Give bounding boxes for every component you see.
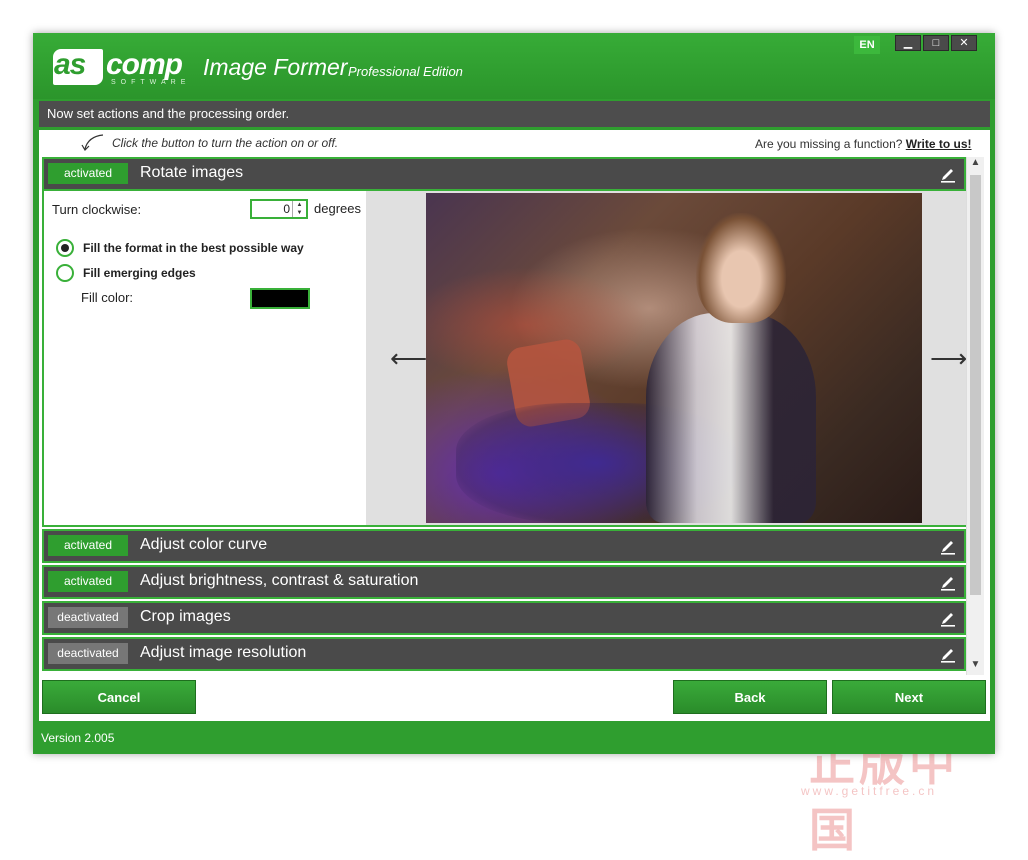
fill-color-picker[interactable] (250, 288, 310, 309)
radio-fill-format-dot[interactable] (56, 239, 74, 257)
degrees-unit: degrees (314, 201, 361, 216)
radio-fill-edges-label: Fill emerging edges (83, 266, 196, 280)
instruction-bar: Now set actions and the processing order… (39, 101, 990, 127)
window-controls: ▁ □ ✕ (895, 35, 977, 51)
toggle-color-curve[interactable]: activated (48, 535, 128, 556)
scroll-up-icon[interactable]: ▲ (967, 157, 984, 173)
action-row-brightness[interactable]: activated Adjust brightness, contrast & … (42, 565, 966, 599)
pencil-icon[interactable] (940, 573, 956, 591)
toggle-brightness[interactable]: activated (48, 571, 128, 592)
action-title-brightness: Adjust brightness, contrast & saturation (140, 572, 419, 589)
close-button[interactable]: ✕ (951, 35, 977, 51)
radio-fill-edges-dot[interactable] (56, 264, 74, 282)
stepper-up-icon[interactable]: ▲ (293, 201, 306, 209)
image-preview: ⟵ ⟶ (366, 191, 967, 525)
write-to-us-link[interactable]: Write to us! (906, 137, 972, 151)
app-title: Image Former (203, 54, 348, 80)
toggle-crop[interactable]: deactivated (48, 607, 128, 628)
action-title-rotate: Rotate images (140, 164, 244, 181)
radio-fill-format-label: Fill the format in the best possible way (83, 241, 304, 255)
main-content: Click the button to turn the action on o… (39, 130, 990, 856)
scrollbar-thumb[interactable] (970, 175, 981, 595)
degrees-stepper[interactable]: 0 ▲ ▼ (250, 199, 308, 219)
rotate-settings: Turn clockwise: 0 ▲ ▼ degrees Fill the f… (52, 199, 372, 309)
stepper-arrows[interactable]: ▲ ▼ (292, 201, 306, 217)
action-list: activated Rotate images Turn clockwise: … (42, 157, 967, 675)
app-window: as comp SOFTWARE Image Former Profession… (33, 33, 995, 856)
degrees-value: 0 (283, 202, 290, 216)
logo-text-comp: comp (106, 48, 183, 81)
pencil-icon[interactable] (940, 609, 956, 627)
cancel-button[interactable]: Cancel (42, 680, 196, 714)
back-button[interactable]: Back (673, 680, 827, 714)
radio-fill-edges[interactable]: Fill emerging edges (56, 264, 196, 282)
logo-text-as: as (54, 48, 86, 81)
next-image-arrow[interactable]: ⟶ (930, 343, 967, 374)
next-button[interactable]: Next (832, 680, 986, 714)
pencil-icon[interactable] (940, 165, 956, 183)
maximize-button[interactable]: □ (923, 35, 949, 51)
stepper-down-icon[interactable]: ▼ (293, 209, 306, 217)
toggle-rotate[interactable]: activated (48, 163, 128, 184)
scroll-down-icon[interactable]: ▼ (967, 659, 984, 675)
missing-function-label: Are you missing a function? (755, 137, 903, 151)
minimize-button[interactable]: ▁ (895, 35, 921, 51)
photo-person-body (646, 313, 816, 523)
action-title-color-curve: Adjust color curve (140, 536, 268, 553)
action-title-resolution: Adjust image resolution (140, 644, 307, 661)
missing-function-text: Are you missing a function? Write to us! (755, 137, 972, 151)
title-bar: as comp SOFTWARE Image Former Profession… (33, 33, 995, 99)
hint-text: Click the button to turn the action on o… (112, 136, 339, 150)
action-row-rotate[interactable]: activated Rotate images (42, 157, 966, 191)
previous-image-arrow[interactable]: ⟵ (390, 343, 427, 374)
toggle-resolution[interactable]: deactivated (48, 643, 128, 664)
watermark-url: www.getitfree.cn (801, 784, 938, 798)
curved-arrow-icon (81, 134, 104, 151)
action-row-resolution[interactable]: deactivated Adjust image resolution (42, 637, 966, 671)
photo-person-head (696, 213, 786, 323)
pencil-icon[interactable] (940, 537, 956, 555)
language-button[interactable]: EN (854, 36, 880, 54)
radio-fill-format[interactable]: Fill the format in the best possible way (56, 239, 304, 257)
vertical-scrollbar[interactable]: ▲ ▼ (966, 157, 984, 675)
app-edition: Professional Edition (348, 64, 463, 79)
logo-subtext: SOFTWARE (111, 79, 191, 86)
rotate-settings-panel: Turn clockwise: 0 ▲ ▼ degrees Fill the f… (42, 191, 967, 527)
clockwise-label: Turn clockwise: (52, 202, 142, 217)
status-bar: Version 2.005 (33, 725, 995, 754)
fill-color-label: Fill color: (81, 290, 134, 305)
action-title-crop: Crop images (140, 608, 231, 625)
pencil-icon[interactable] (940, 645, 956, 663)
action-row-crop[interactable]: deactivated Crop images (42, 601, 966, 635)
preview-photo (426, 193, 922, 523)
action-row-color-curve[interactable]: activated Adjust color curve (42, 529, 966, 563)
